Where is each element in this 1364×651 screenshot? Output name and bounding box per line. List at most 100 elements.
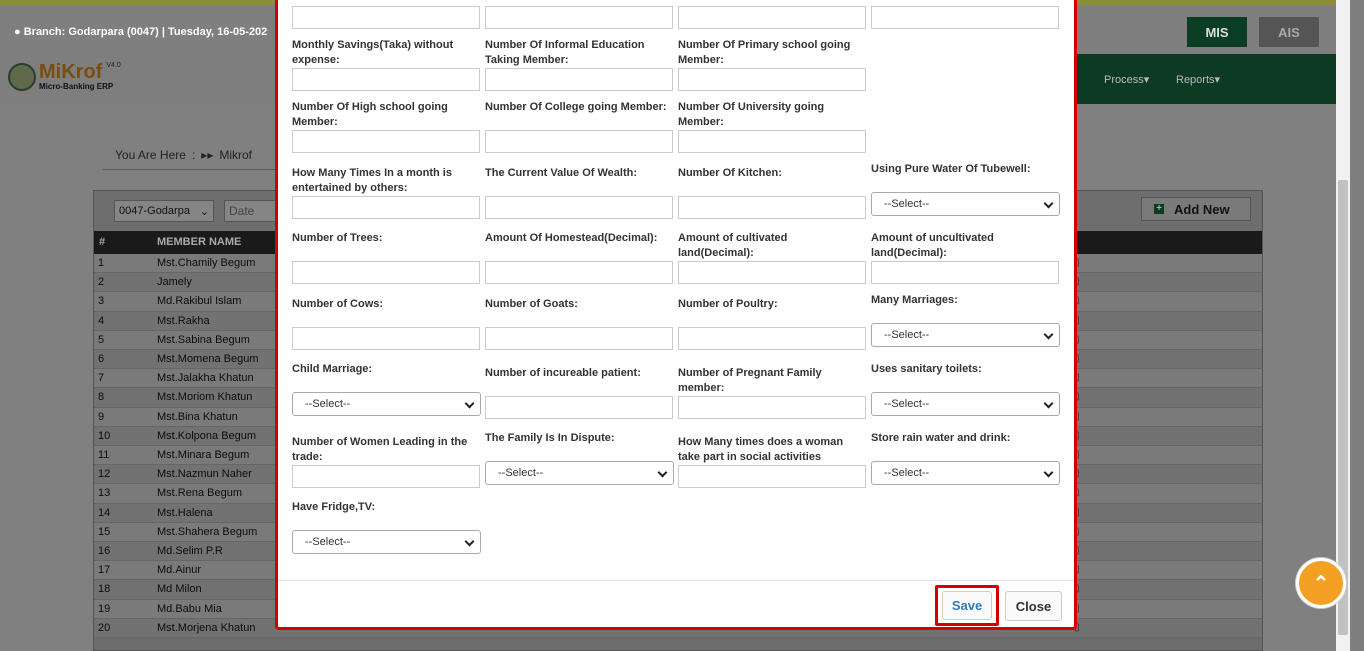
branch-select[interactable]: 0047-Godarpa ⌄	[114, 200, 214, 222]
row-number: 16	[98, 545, 111, 557]
high-school-input[interactable]	[292, 130, 480, 153]
wealth-input[interactable]	[485, 196, 673, 219]
member-name: Mst.Rakha	[157, 314, 210, 327]
add-new-button[interactable]: + Add New	[1141, 197, 1251, 221]
field-homestead: Amount Of Homestead(Decimal):	[485, 231, 673, 284]
field-rain-water: Store rain water and drink: --Select--	[871, 431, 1060, 485]
logo-version: V4.0	[106, 62, 121, 69]
field-monthly-savings: Monthly Savings(Taka) without expense:	[292, 38, 480, 91]
goats-input[interactable]	[485, 327, 673, 350]
col-member-name: MEMBER NAME	[157, 236, 242, 248]
member-name: Md.Selim P.R	[157, 545, 223, 557]
add-new-label: Add New	[1174, 201, 1230, 217]
field-women-trade: Number of Women Leading in the trade:	[292, 435, 480, 488]
child-marriage-select[interactable]: --Select--	[292, 392, 481, 416]
label-goats: Number of Goats:	[485, 298, 578, 310]
chevron-down-icon: ⌄	[199, 205, 209, 218]
label-poultry: Number of Poultry:	[678, 298, 778, 310]
field-university: Number Of University going Member:	[678, 100, 866, 153]
label-family-dispute: The Family Is In Dispute:	[485, 432, 615, 444]
label-pregnant-member: Number of Pregnant Family member:	[678, 367, 822, 394]
informal-education-input[interactable]	[485, 68, 673, 91]
field-child-marriage: Child Marriage: --Select--	[292, 362, 481, 416]
college-input[interactable]	[485, 130, 673, 153]
marriages-select[interactable]: --Select--	[871, 323, 1060, 347]
field-informal-education: Number Of Informal Education Taking Memb…	[485, 38, 673, 91]
row-number: 13	[98, 487, 111, 500]
input-top-1[interactable]	[292, 6, 480, 29]
primary-school-input[interactable]	[678, 68, 866, 91]
breadcrumb-current[interactable]: Mikrof	[219, 148, 252, 162]
pregnant-member-input[interactable]	[678, 396, 866, 419]
field-trees: Number of Trees:	[292, 231, 480, 284]
logo[interactable]: MiKrof V4.0 Micro-Banking ERP	[8, 62, 121, 91]
label-rain-water: Store rain water and drink:	[871, 432, 1011, 444]
family-dispute-select[interactable]: --Select--	[485, 461, 674, 485]
row-number: 2	[98, 276, 105, 289]
sanitary-toilets-select[interactable]: --Select--	[871, 392, 1060, 416]
member-name: Mst.Shahera Begum	[157, 525, 258, 538]
nav-process[interactable]: Process▾	[1104, 73, 1149, 86]
university-input[interactable]	[678, 130, 866, 153]
tubewell-select[interactable]: --Select--	[871, 192, 1060, 216]
label-incurable-patient: Number of incureable patient:	[485, 367, 641, 379]
kitchen-input[interactable]	[678, 196, 866, 219]
label-university: Number Of University going Member:	[678, 101, 825, 128]
close-button[interactable]: Close	[1005, 591, 1062, 621]
row-number: 10	[98, 429, 111, 442]
row-number: 12	[98, 468, 111, 481]
field-marriages: Many Marriages: --Select--	[871, 293, 1060, 347]
branch-info-text: Branch: Godarpara (0047) | Tuesday, 16-0…	[23, 26, 268, 38]
cultivated-land-input[interactable]	[678, 261, 866, 284]
mis-button[interactable]: MIS	[1187, 17, 1247, 47]
field-high-school: Number Of High school going Member:	[292, 100, 480, 153]
homestead-input[interactable]	[485, 261, 673, 284]
row-number: 4	[98, 314, 105, 327]
entertained-input[interactable]	[292, 196, 480, 219]
trees-input[interactable]	[292, 261, 480, 284]
field-uncultivated-land: Amount of uncultivated land(Decimal):	[871, 231, 1059, 284]
field-family-dispute: The Family Is In Dispute: --Select--	[485, 431, 674, 485]
field-kitchen: Number Of Kitchen:	[678, 166, 866, 219]
member-name: Jamely	[157, 276, 192, 289]
save-button[interactable]: Save	[942, 591, 992, 620]
member-name: Mst.Halena	[157, 506, 213, 519]
member-name: Mst.Rena Begum	[157, 487, 242, 500]
rain-water-select[interactable]: --Select--	[871, 461, 1060, 485]
member-name: Mst.Minara Begum	[157, 449, 250, 461]
row-number: 14	[98, 506, 111, 519]
row-number: 7	[98, 372, 105, 385]
field-sanitary-toilets: Uses sanitary toilets: --Select--	[871, 362, 1060, 416]
row-number: 3	[98, 295, 105, 308]
women-trade-input[interactable]	[292, 465, 480, 488]
input-top-2[interactable]	[485, 6, 673, 29]
row-number: 9	[98, 410, 105, 423]
woman-social-input[interactable]	[678, 465, 866, 488]
family-info-form: Monthly Savings(Taka) without expense: N…	[292, 0, 1062, 580]
ais-button[interactable]: AIS	[1259, 17, 1319, 47]
row-number: 5	[98, 333, 105, 346]
incurable-patient-input[interactable]	[485, 396, 673, 419]
col-number: #	[99, 236, 106, 248]
member-name: Mst.Momena Begum	[157, 353, 259, 365]
label-monthly-savings: Monthly Savings(Taka) without expense:	[292, 39, 454, 66]
fridge-tv-select[interactable]: --Select--	[292, 530, 481, 554]
nav-reports[interactable]: Reports▾	[1176, 73, 1220, 86]
input-top-3[interactable]	[678, 6, 866, 29]
poultry-input[interactable]	[678, 327, 866, 350]
monthly-savings-input[interactable]	[292, 68, 480, 91]
member-name: Md.Babu Mia	[157, 602, 222, 615]
uncultivated-land-input[interactable]	[871, 261, 1059, 284]
scroll-to-top-button[interactable]: ⌃	[1296, 558, 1346, 608]
page-scrollbar[interactable]	[1336, 0, 1350, 651]
breadcrumb-label: You Are Here	[115, 147, 186, 162]
input-top-4[interactable]	[871, 6, 1059, 29]
modal-footer-divider	[278, 580, 1074, 581]
cows-input[interactable]	[292, 327, 480, 350]
row-number: 18	[98, 583, 111, 596]
field-cows: Number of Cows:	[292, 297, 480, 350]
field-pregnant-member: Number of Pregnant Family member:	[678, 366, 866, 419]
row-number: 17	[98, 564, 111, 577]
label-entertained: How Many Times In a month is entertained…	[292, 167, 452, 194]
row-number: 6	[98, 353, 105, 365]
